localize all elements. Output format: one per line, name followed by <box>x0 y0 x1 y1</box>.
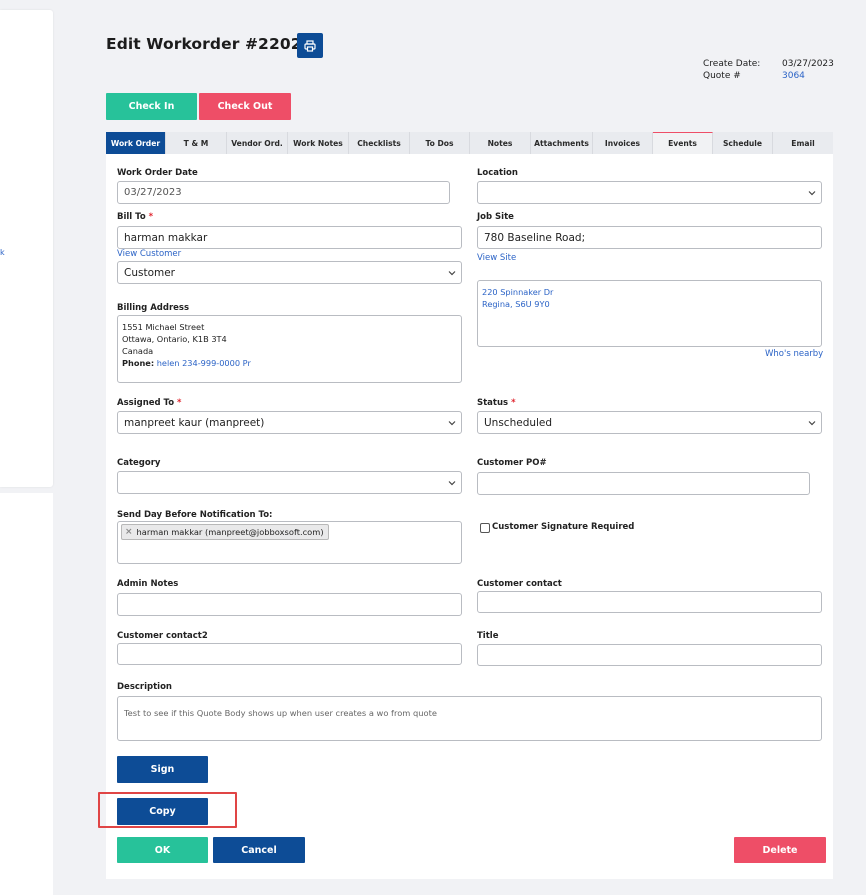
view-customer-link[interactable]: View Customer <box>117 249 181 259</box>
chevron-down-icon <box>808 420 816 425</box>
tab-work-order[interactable]: Work Order <box>106 132 166 154</box>
assigned-to-value: manpreet kaur (manpreet) <box>124 416 265 429</box>
recipient-chip-label: harman makkar (manpreet@jobboxsoft.com) <box>136 527 324 537</box>
site-address-line1: 220 Spinnaker Dr <box>482 287 554 297</box>
quote-number-link[interactable]: 3064 <box>782 71 805 81</box>
category-label: Category <box>117 458 161 468</box>
assigned-to-label: Assigned To * <box>117 398 182 408</box>
signature-required-checkbox[interactable] <box>480 523 490 533</box>
title-label: Title <box>477 631 499 641</box>
tab-work-notes[interactable]: Work Notes <box>288 132 349 154</box>
tab-bar: Work Order T & M Vendor Ord. Work Notes … <box>106 132 833 154</box>
recipient-chip: × harman makkar (manpreet@jobboxsoft.com… <box>121 524 329 540</box>
delete-button[interactable]: Delete <box>734 837 826 863</box>
customer-type-value: Customer <box>124 266 176 279</box>
tab-events[interactable]: Events <box>653 132 713 154</box>
billing-address-label: Billing Address <box>117 303 190 313</box>
chevron-down-icon <box>448 480 456 485</box>
tab-attachments[interactable]: Attachments <box>531 132 593 154</box>
description-textarea[interactable]: Test to see if this Quote Body shows up … <box>117 696 822 741</box>
sign-button[interactable]: Sign <box>117 756 208 783</box>
tab-time-materials[interactable]: T & M <box>166 132 227 154</box>
location-label: Location <box>477 168 518 178</box>
quote-number-label: Quote # <box>703 71 741 81</box>
admin-notes-label: Admin Notes <box>117 579 179 589</box>
customer-po-input[interactable] <box>477 472 810 495</box>
customer-po-label: Customer PO# <box>477 458 547 468</box>
tab-todos[interactable]: To Dos <box>410 132 470 154</box>
assigned-to-select[interactable]: manpreet kaur (manpreet) <box>117 411 462 434</box>
work-order-date-label: Work Order Date <box>117 168 198 178</box>
copy-button[interactable]: Copy <box>117 798 208 825</box>
tab-email[interactable]: Email <box>773 132 833 154</box>
customer-contact-label: Customer contact <box>477 579 562 589</box>
status-select[interactable]: Unscheduled <box>477 411 822 434</box>
category-select[interactable] <box>117 471 462 494</box>
billing-phone-label: Phone: <box>122 358 155 368</box>
tab-invoices[interactable]: Invoices <box>593 132 653 154</box>
status-value: Unscheduled <box>484 416 553 429</box>
tab-vendor-orders[interactable]: Vendor Ord. <box>227 132 288 154</box>
print-button[interactable] <box>297 33 323 58</box>
create-date-value: 03/27/2023 <box>782 59 834 69</box>
sidebar-truncated-link[interactable]: k <box>0 248 5 257</box>
chevron-down-icon <box>808 190 816 195</box>
page-title: Edit Workorder #220282 <box>106 35 324 53</box>
admin-notes-input[interactable] <box>117 593 462 616</box>
job-site-label: Job Site <box>477 212 514 222</box>
cancel-button[interactable]: Cancel <box>213 837 305 863</box>
check-in-button[interactable]: Check In <box>106 93 197 120</box>
billing-phone-link[interactable]: helen 234-999-0000 Pr <box>157 358 251 368</box>
customer-type-select[interactable]: Customer <box>117 261 462 284</box>
bill-to-label: Bill To * <box>117 212 154 222</box>
chevron-down-icon <box>448 270 456 275</box>
work-order-date-input[interactable]: 03/27/2023 <box>117 181 450 204</box>
customer-contact2-input[interactable] <box>117 643 462 665</box>
billing-address-line2: Ottawa, Ontario, K1B 3T4 <box>122 334 227 344</box>
billing-address-line3: Canada <box>122 346 154 356</box>
title-input[interactable] <box>477 644 822 666</box>
tab-schedule[interactable]: Schedule <box>713 132 773 154</box>
description-label: Description <box>117 682 172 692</box>
tab-notes[interactable]: Notes <box>470 132 531 154</box>
signature-required-label: Customer Signature Required <box>492 522 635 532</box>
notification-label: Send Day Before Notification To: <box>117 510 273 520</box>
customer-contact2-label: Customer contact2 <box>117 631 208 641</box>
left-sidebar-panel <box>0 10 53 487</box>
site-address-box: 220 Spinnaker Dr Regina, S6U 9Y0 <box>477 280 822 347</box>
job-site-input[interactable]: 780 Baseline Road; <box>477 226 822 249</box>
ok-button[interactable]: OK <box>117 837 208 863</box>
customer-contact-input[interactable] <box>477 591 822 613</box>
whos-nearby-link[interactable]: Who's nearby <box>765 349 823 359</box>
bill-to-input[interactable]: harman makkar <box>117 226 462 249</box>
location-select[interactable] <box>477 181 822 204</box>
tab-checklists[interactable]: Checklists <box>349 132 410 154</box>
status-label: Status * <box>477 398 516 408</box>
billing-phone-row: Phone: helen 234-999-0000 Pr <box>122 357 457 369</box>
site-address-line2: Regina, S6U 9Y0 <box>482 299 550 309</box>
create-date-label: Create Date: <box>703 59 761 69</box>
check-out-button[interactable]: Check Out <box>199 93 291 120</box>
billing-address-line1: 1551 Michael Street <box>122 322 205 332</box>
chevron-down-icon <box>448 420 456 425</box>
view-site-link[interactable]: View Site <box>477 253 516 263</box>
chip-remove-icon[interactable]: × <box>125 527 133 537</box>
billing-address-box: 1551 Michael Street Ottawa, Ontario, K1B… <box>117 315 462 383</box>
left-sidebar-panel-lower <box>0 493 53 895</box>
printer-icon <box>304 39 316 52</box>
